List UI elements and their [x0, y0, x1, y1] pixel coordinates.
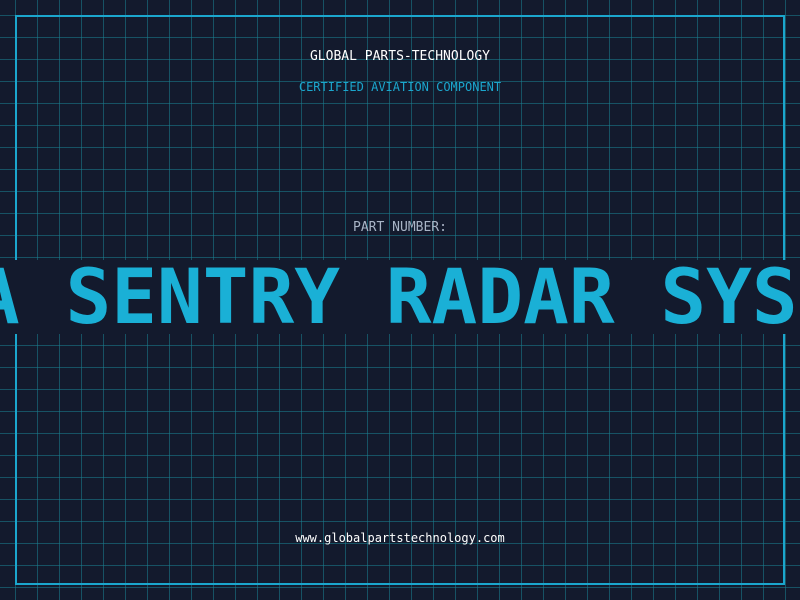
- part-number-label: PART NUMBER:: [353, 220, 447, 235]
- blueprint-screen: GLOBAL PARTS-TECHNOLOGY CERTIFIED AVIATI…: [0, 0, 800, 600]
- certification-tagline: CERTIFIED AVIATION COMPONENT: [298, 80, 502, 94]
- part-number-marquee: A SENTRY RADAR SYST: [0, 260, 800, 334]
- part-number-value: A SENTRY RADAR SYST: [0, 260, 800, 334]
- website-url: www.globalpartstechnology.com: [295, 531, 505, 545]
- company-name: GLOBAL PARTS-TECHNOLOGY: [309, 49, 490, 64]
